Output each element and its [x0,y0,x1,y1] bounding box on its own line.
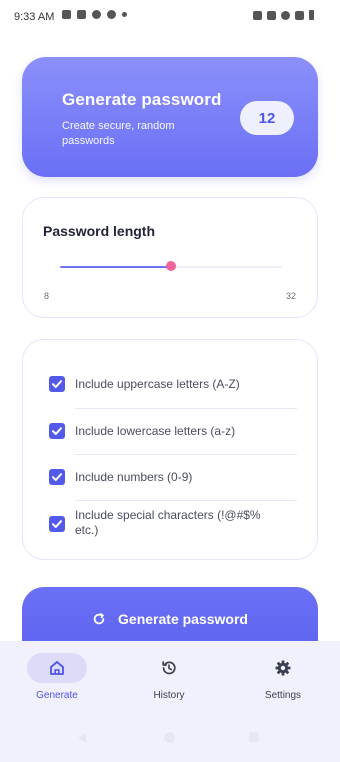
home-button-icon[interactable] [164,732,175,743]
status-time: 9:33 AM [14,11,55,23]
signal-icon [295,10,304,20]
notification-icons [62,10,127,19]
nav-label: Generate [36,690,78,701]
refresh-icon [93,613,105,625]
lowercase-checkbox[interactable] [49,423,65,439]
slider-fill [60,266,171,268]
gear-icon [275,660,291,676]
notification-icon [62,10,71,19]
battery-icon [309,10,314,20]
back-icon[interactable] [78,733,86,743]
check-icon [52,520,62,528]
password-length-title: Password length [43,223,156,239]
nav-label: History [153,690,185,701]
slider-thumb[interactable] [166,261,176,271]
check-icon [52,473,62,481]
slider-max-label: 32 [285,291,296,301]
bottom-navigation: Generate History Settings [0,641,340,762]
option-label: Include special characters (!@#$% etc.) [75,508,261,537]
divider [75,500,297,501]
status-bar: 9:33 AM [0,0,340,34]
message-icon [77,10,86,19]
character-options-card: Include uppercase letters (A-Z) Include … [22,339,318,560]
nav-item-settings[interactable]: Settings [238,653,328,703]
system-icons [253,10,314,20]
option-label: Include lowercase letters (a-z) [75,424,236,438]
nav-item-generate[interactable]: Generate [12,653,102,703]
mute-icon [267,10,276,20]
generate-button-content: Generate password [22,611,318,627]
option-label: Include numbers (0-9) [75,470,193,484]
nav-pill[interactable] [27,653,87,683]
history-icon [162,661,176,675]
system-navigation-bar [0,729,340,749]
header-card: Generate password Create secure, random … [22,57,318,177]
divider [75,408,297,409]
nav-pill[interactable] [139,653,199,683]
password-length-slider[interactable] [60,261,282,273]
recents-icon[interactable] [249,732,259,742]
option-label: Include uppercase letters (A-Z) [75,377,240,391]
wifi-icon [281,10,290,20]
notification-icon [92,10,101,19]
divider [75,454,297,455]
nav-item-history[interactable]: History [124,653,214,703]
check-icon [52,380,62,388]
slider-min-label: 8 [44,291,50,301]
password-length-card: Password length 8 32 [22,197,318,318]
nav-pill[interactable] [253,653,313,683]
dot-icon [122,12,127,17]
page-subtitle: Create secure, random passwords [62,120,175,147]
home-icon [50,661,64,675]
page-title: Generate password [62,90,222,109]
bluetooth-icon [253,10,262,20]
length-badge: 12 [240,101,294,135]
numbers-checkbox[interactable] [49,469,65,485]
uppercase-checkbox[interactable] [49,376,65,392]
generate-button-label: Generate password [118,611,248,627]
check-icon [52,427,62,435]
nav-label: Settings [264,690,302,701]
special-characters-checkbox[interactable] [49,516,65,532]
google-icon [107,10,116,19]
